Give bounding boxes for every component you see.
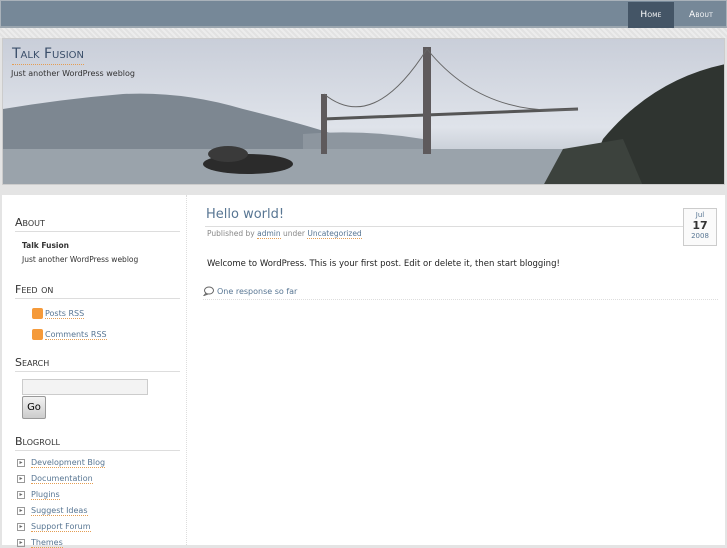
about-name: Talk Fusion (22, 241, 69, 250)
site-title[interactable]: Talk Fusion (12, 46, 84, 65)
posts-rss-link[interactable]: Posts RSS (32, 308, 85, 319)
blogroll-link[interactable]: ▸ Suggest Ideas (17, 506, 88, 516)
about-text: Just another WordPress weblog (22, 255, 139, 264)
category-link[interactable]: Uncategorized (307, 229, 362, 239)
expand-icon: ▸ (17, 491, 25, 499)
author-link[interactable]: admin (257, 229, 281, 239)
comments-link[interactable]: One response so far (203, 286, 297, 296)
blogroll-link[interactable]: ▸ Themes (17, 538, 63, 548)
header-banner: Talk Fusion Just another WordPress weblo… (2, 38, 725, 185)
blogroll-link[interactable]: ▸ Documentation (17, 474, 93, 484)
expand-icon: ▸ (17, 459, 25, 467)
title-rule (205, 226, 683, 227)
blogroll-link[interactable]: ▸ Plugins (17, 490, 60, 500)
blogroll-link[interactable]: ▸ Support Forum (17, 522, 91, 532)
blogroll-link[interactable]: ▸ Development Blog (17, 458, 106, 468)
expand-icon: ▸ (17, 539, 25, 547)
post-divider (203, 299, 718, 300)
sidebar: About Talk Fusion Just another WordPress… (2, 195, 187, 548)
expand-icon: ▸ (17, 507, 25, 515)
comments-rss-link[interactable]: Comments RSS (32, 329, 107, 340)
top-navigation: Home About (0, 0, 727, 28)
feed-heading: Feed on (15, 283, 180, 299)
page-content: About Talk Fusion Just another WordPress… (2, 195, 725, 548)
expand-icon: ▸ (17, 523, 25, 531)
comment-icon (203, 286, 214, 296)
search-heading: Search (15, 356, 180, 372)
expand-icon: ▸ (17, 475, 25, 483)
golden-gate-image (3, 39, 724, 184)
search-go-button[interactable]: Go (22, 396, 46, 419)
site-tagline: Just another WordPress weblog (11, 69, 136, 78)
blogroll-heading: Blogroll (15, 435, 180, 451)
nav-about[interactable]: About (677, 2, 725, 28)
post-title[interactable]: Hello world! (206, 207, 284, 222)
post-meta: Published by admin under Uncategorized (207, 229, 362, 239)
search-input[interactable] (22, 379, 148, 395)
rss-icon (32, 329, 43, 340)
about-heading: About (15, 216, 180, 232)
rss-icon (32, 308, 43, 319)
divider-stripe (0, 28, 727, 38)
post-body: Welcome to WordPress. This is your first… (207, 259, 560, 269)
post-date: Jul 17 2008 (683, 208, 717, 246)
nav-home[interactable]: Home (628, 2, 674, 28)
